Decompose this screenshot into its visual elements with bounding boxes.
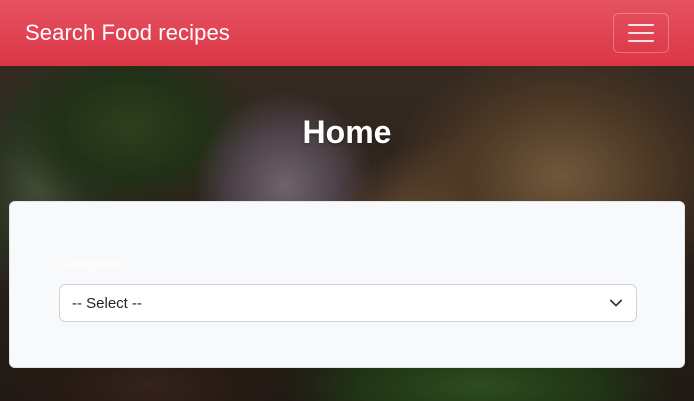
category-label: Categoria xyxy=(59,255,120,271)
page-title: Home xyxy=(302,114,392,150)
hamburger-menu-icon xyxy=(628,24,654,26)
chevron-down-icon xyxy=(609,299,623,307)
navbar-brand[interactable]: Search Food recipes xyxy=(25,20,230,46)
hamburger-menu-icon-bar xyxy=(628,32,654,34)
navbar-toggler-button[interactable] xyxy=(613,13,669,53)
top-navbar: Search Food recipes xyxy=(0,0,694,66)
search-card: Categoria -- Select -- xyxy=(9,201,685,368)
category-select[interactable]: -- Select -- xyxy=(59,284,637,322)
category-select-value: -- Select -- xyxy=(72,294,143,312)
hamburger-menu-icon-bar xyxy=(628,40,654,42)
